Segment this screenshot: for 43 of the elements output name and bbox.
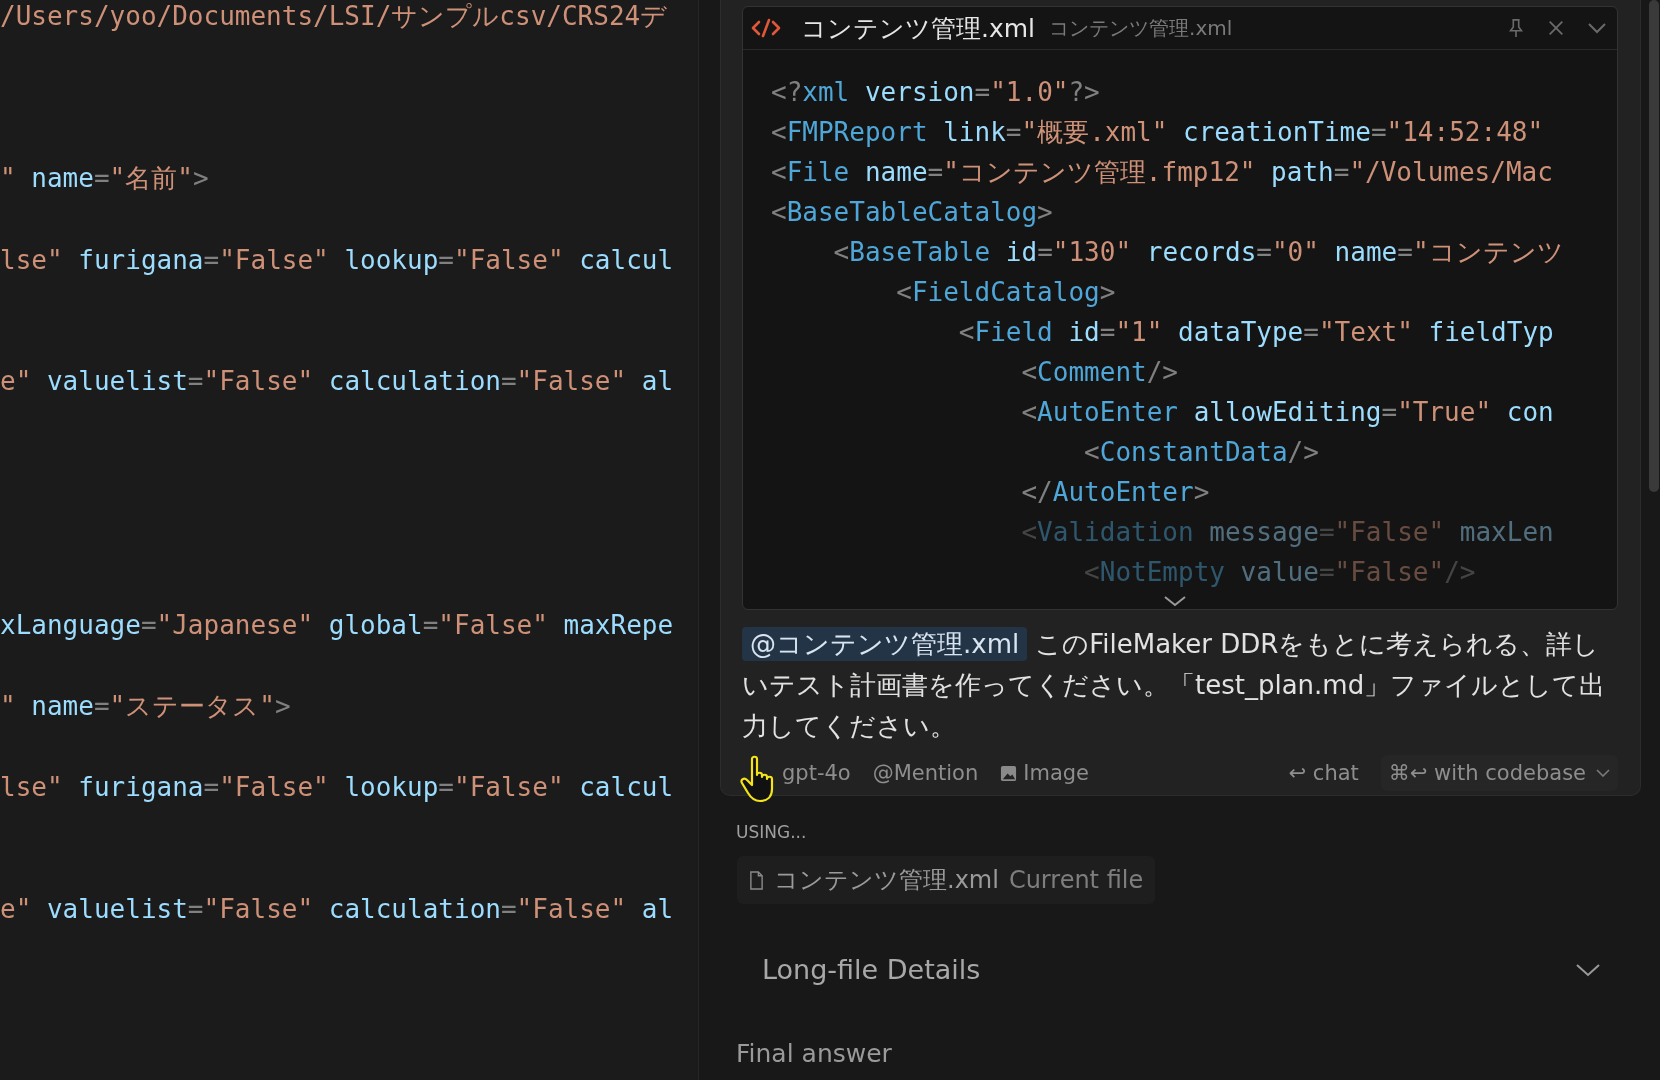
code-line: lse" furigana="False" lookup="False" calcul bbox=[0, 243, 674, 277]
pin-icon[interactable] bbox=[1507, 17, 1525, 39]
code-line: e" valuelist="False" calculation="False" al bbox=[0, 365, 674, 399]
code-line: <ConstantData/> bbox=[1083, 436, 1320, 469]
image-icon bbox=[1000, 764, 1018, 782]
code-line: /Users/yoo/Documents/LSI/サンプルcsv/CRS24デ bbox=[0, 0, 668, 33]
code-line: <AutoEnter allowEditing="True" con bbox=[1020, 396, 1555, 429]
code-line: lse" furigana="False" lookup="False" calcul bbox=[0, 771, 674, 805]
chevron-down-icon[interactable] bbox=[1163, 595, 1187, 607]
code-line: " name="ステータス"> bbox=[0, 690, 291, 724]
codebase-button[interactable]: ⌘↩ with codebase bbox=[1380, 755, 1618, 791]
section-title[interactable]: Long-file Details bbox=[762, 954, 981, 985]
code-line: <NotEmpty value="False"/> bbox=[1083, 556, 1477, 589]
code-line: <Validation message="False" maxLen bbox=[1020, 516, 1555, 549]
code-line: <File name="コンテンツ管理.fmp12" path="/Volumes/Mac bbox=[771, 156, 1554, 189]
code-line: <FMPReport link="概要.xml" creationTime="14:52:48" bbox=[771, 116, 1545, 149]
chat-button[interactable]: ↩ chat bbox=[1288, 761, 1359, 785]
model-selector[interactable]: gpt-4o bbox=[782, 761, 851, 785]
code-line: xLanguage="Japanese" global="False" maxRepe bbox=[0, 608, 674, 642]
chevron-down-icon bbox=[1596, 769, 1610, 777]
code-line: <Field id="1" dataType="Text" fieldTyp bbox=[957, 316, 1555, 349]
file-icon bbox=[749, 870, 764, 890]
close-icon[interactable] bbox=[1547, 19, 1565, 37]
code-line: <BaseTableCatalog> bbox=[771, 196, 1054, 229]
file-title: コンテンツ管理.xml bbox=[801, 12, 1036, 45]
section-title: Final answer bbox=[735, 1039, 893, 1068]
prompt-text: @コンテンツ管理.xml このFileMaker DDRをもとに考えられる、詳しいテスト計画書を作ってください。「test_plan.md」ファイルとして出力してください。 bbox=[742, 626, 1607, 743]
image-button[interactable]: Image bbox=[1023, 761, 1090, 785]
scrollbar-thumb[interactable] bbox=[1649, 0, 1659, 492]
file-path: コンテンツ管理.xml bbox=[1049, 14, 1233, 42]
file-chip[interactable]: コンテンツ管理.xml Current file bbox=[737, 856, 1156, 904]
code-line: <?xml version="1.0"?> bbox=[771, 76, 1101, 109]
code-line: <Comment/> bbox=[1020, 356, 1179, 389]
code-line: <FieldCatalog> bbox=[895, 276, 1117, 309]
code-line: e" valuelist="False" calculation="False" al bbox=[0, 893, 674, 927]
code-line: " name="名前"> bbox=[0, 162, 209, 196]
code-icon bbox=[751, 18, 781, 38]
code-line: </AutoEnter> bbox=[1020, 476, 1211, 509]
chevron-down-icon[interactable] bbox=[1575, 962, 1601, 977]
section-heading: USING... bbox=[735, 822, 808, 842]
code-line: <BaseTable id="130" records="0" name="コンテンツ bbox=[832, 236, 1565, 269]
chevron-down-icon[interactable] bbox=[1587, 22, 1607, 34]
mention-button[interactable]: @Mention bbox=[872, 761, 979, 785]
